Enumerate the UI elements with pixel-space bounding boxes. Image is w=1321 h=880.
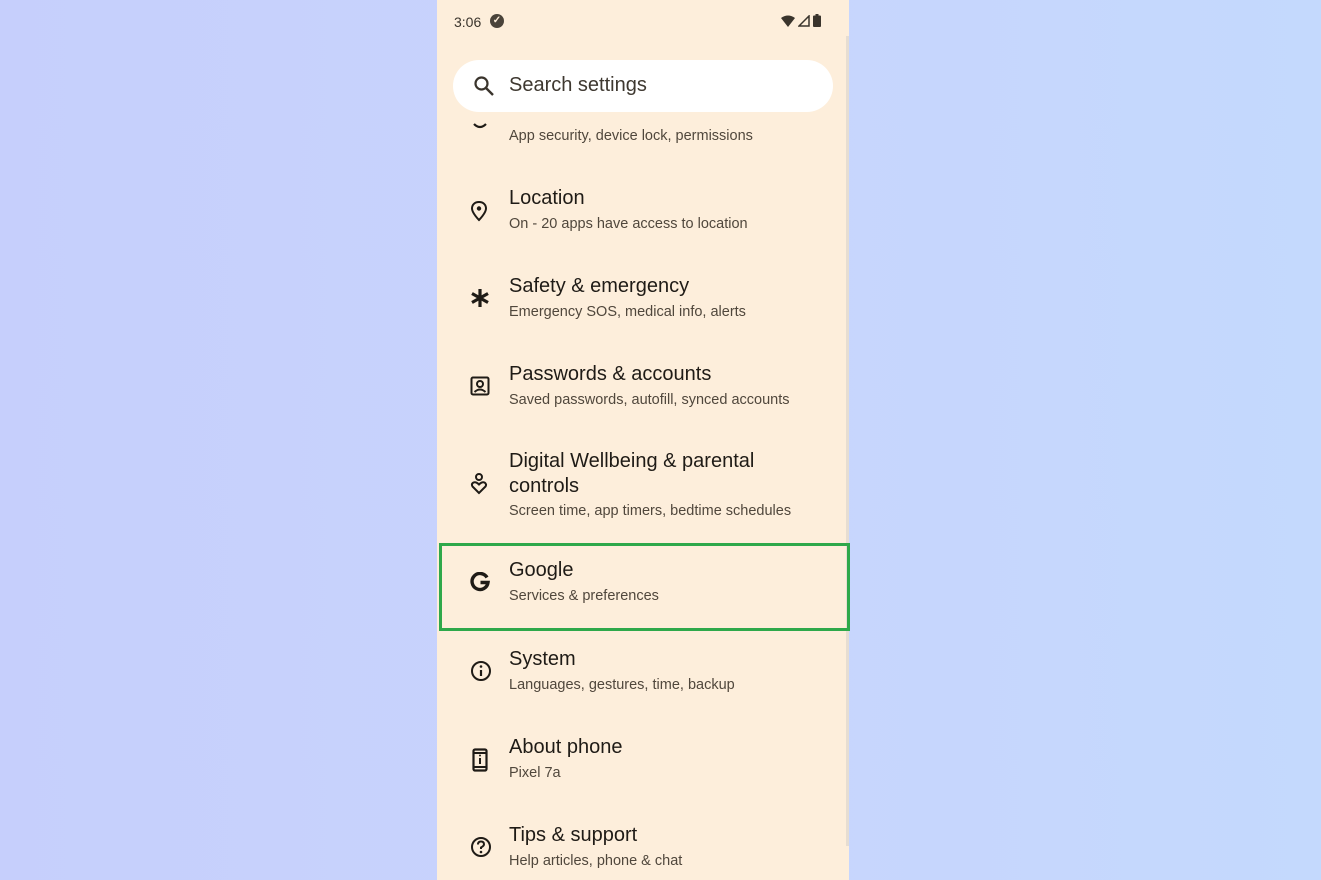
item-title: Location — [509, 187, 585, 209]
location-pin-icon — [470, 200, 488, 222]
phone-info-icon — [472, 748, 488, 772]
settings-item-safety[interactable]: Safety & emergency Emergency SOS, medica… — [439, 274, 847, 334]
signal-icon — [798, 14, 810, 27]
item-subtitle: Saved passwords, autofill, synced accoun… — [509, 392, 790, 408]
search-settings-bar[interactable]: Search settings — [453, 60, 833, 112]
settings-item-security[interactable]: App security, device lock, permissions — [439, 112, 847, 156]
item-subtitle: Pixel 7a — [509, 765, 561, 781]
item-title: Passwords & accounts — [509, 363, 712, 385]
settings-item-passwords[interactable]: Passwords & accounts Saved passwords, au… — [439, 362, 847, 422]
item-subtitle: Screen time, app timers, bedtime schedul… — [509, 503, 792, 519]
help-icon — [471, 837, 491, 857]
item-subtitle: Emergency SOS, medical info, alerts — [509, 304, 746, 320]
item-title: Digital Wellbeing & parental controls — [509, 450, 755, 497]
wifi-icon — [781, 15, 795, 27]
wellbeing-icon — [470, 473, 488, 495]
battery-icon — [813, 14, 821, 27]
settings-item-system[interactable]: System Languages, gestures, time, backup — [439, 647, 847, 707]
item-title: Tips & support — [509, 824, 638, 846]
item-subtitle: On - 20 apps have access to location — [509, 216, 748, 232]
settings-item-about-phone[interactable]: About phone Pixel 7a — [439, 735, 847, 795]
settings-item-digital-wellbeing[interactable]: Digital Wellbeing & parental controls Sc… — [439, 449, 847, 529]
highlight-box-google — [439, 543, 850, 631]
item-subtitle: Help articles, phone & chat — [509, 853, 683, 869]
settings-item-tips-support[interactable]: Tips & support Help articles, phone & ch… — [439, 823, 847, 880]
search-icon — [474, 76, 494, 96]
item-subtitle: App security, device lock, permissions — [509, 128, 753, 144]
info-icon — [471, 661, 491, 681]
settings-screen: 3:06 ✓ Search settings App security, dev… — [437, 0, 849, 880]
item-subtitle: Languages, gestures, time, backup — [509, 677, 735, 693]
item-title: Safety & emergency — [509, 275, 690, 297]
item-title: System — [509, 648, 576, 670]
settings-item-location[interactable]: Location On - 20 apps have access to loc… — [439, 186, 847, 246]
scrollbar[interactable] — [846, 36, 849, 846]
search-placeholder: Search settings — [509, 74, 647, 96]
asterisk-icon — [471, 289, 489, 307]
status-time: 3:06 — [454, 14, 482, 30]
security-icon — [473, 123, 487, 129]
status-bar: 3:06 ✓ — [454, 12, 829, 32]
account-box-icon — [470, 376, 490, 396]
item-title: About phone — [509, 736, 623, 758]
check-circle-icon: ✓ — [490, 14, 504, 28]
